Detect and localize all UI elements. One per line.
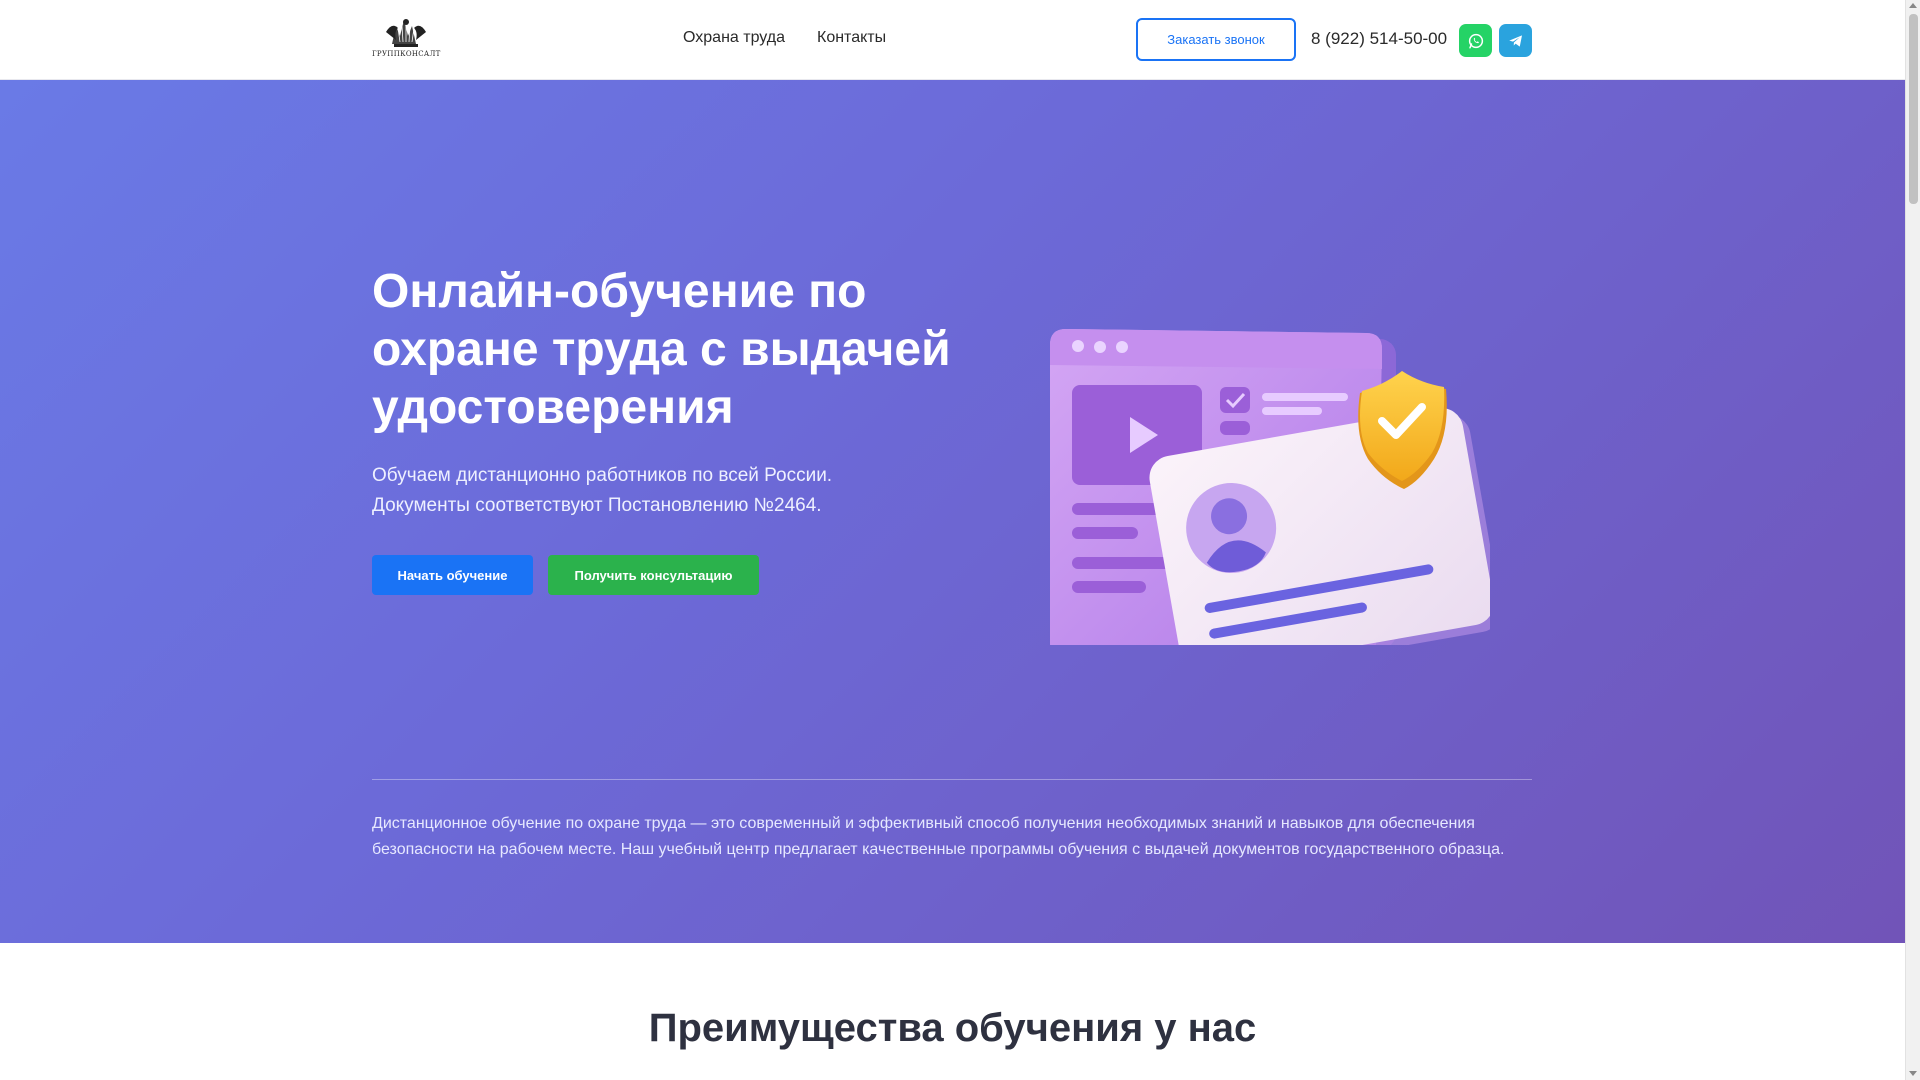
nav-item-contacts[interactable]: Контакты: [817, 29, 886, 47]
hero-description: Дистанционное обучение по охране труда —…: [372, 815, 1505, 858]
logo-emblem-icon: [386, 19, 426, 47]
logo-text: ГРУППКОНСАЛТ: [372, 50, 441, 58]
scrollbar-thumb[interactable]: [1909, 14, 1918, 204]
hero-section: Онлайн-обучение по охране труда с выдаче…: [0, 80, 1905, 943]
hero-title: Онлайн-обучение по охране труда с выдаче…: [372, 265, 951, 434]
hero-subtitle-line: Документы соответствуют Постановлению №2…: [372, 495, 822, 516]
order-call-button[interactable]: Заказать звонок: [1136, 18, 1296, 61]
scroll-down-arrow-icon[interactable]: [1909, 1071, 1917, 1076]
get-consultation-button[interactable]: Получить консультацию: [548, 555, 759, 595]
telegram-button[interactable]: [1499, 24, 1532, 57]
hero-subtitle-line: Обучаем дистанционно работников по всей …: [372, 465, 833, 486]
advantages-title: Преимущества обучения у нас: [648, 1006, 1257, 1050]
site-header: ГРУППКОНСАЛТ Охрана труда Контакты Заказ…: [0, 0, 1905, 80]
phone-number[interactable]: 8 (922) 514-50-00: [1311, 29, 1447, 49]
page-scrollbar[interactable]: [1905, 0, 1920, 1080]
company-logo[interactable]: ГРУППКОНСАЛТ: [372, 14, 440, 58]
telegram-icon: [1508, 34, 1522, 47]
nav-item-labor-safety[interactable]: Охрана труда: [683, 29, 785, 47]
main-nav: Охрана труда Контакты: [683, 29, 886, 47]
hero-subtitle: Обучаем дистанционно работников по всей …: [372, 461, 932, 521]
whatsapp-button[interactable]: [1459, 24, 1492, 57]
start-learning-button[interactable]: Начать обучение: [372, 555, 533, 595]
online-certificate-illustration: [1050, 329, 1490, 645]
whatsapp-icon: [1468, 33, 1483, 48]
hero-divider: [372, 779, 1532, 780]
scroll-up-arrow-icon[interactable]: [1909, 3, 1917, 8]
